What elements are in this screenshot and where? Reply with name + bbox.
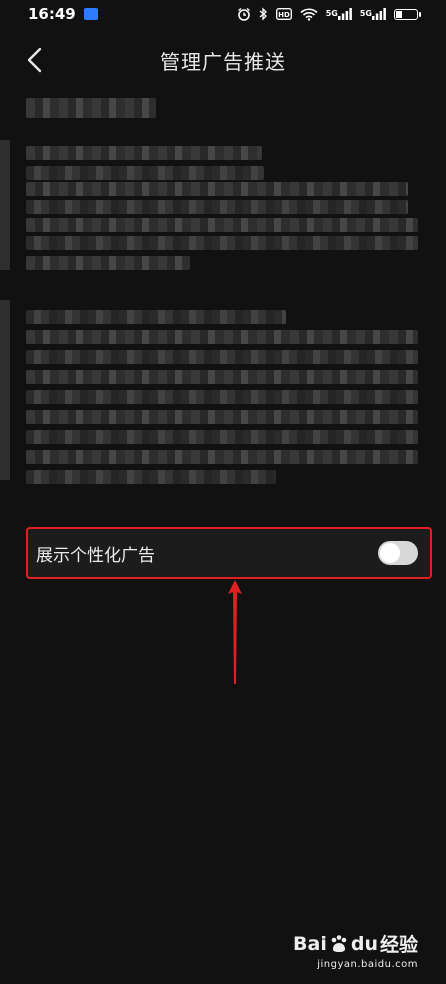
baidu-watermark: Bai du 经验 jingyan.baidu.com [293,930,418,971]
obscured-line [26,470,276,484]
annotation-arrow-icon [228,580,242,684]
decorative-edge [0,140,10,270]
obscured-line [26,430,418,444]
watermark-text: du [350,932,378,955]
obscured-heading [26,98,156,118]
personalized-ads-label: 展示个性化广告 [36,545,155,566]
watermark-text: 经验 [379,934,418,956]
obscured-line [26,166,264,180]
obscured-line [26,200,408,214]
obscured-line [26,256,190,270]
obscured-line [26,182,408,196]
obscured-line [26,218,418,232]
obscured-line [26,370,418,384]
personalized-ads-row[interactable]: 展示个性化广告 [26,527,432,579]
watermark-text: Bai [293,932,327,955]
obscured-line [26,236,418,250]
personalized-ads-switch[interactable] [378,541,418,565]
watermark-url: jingyan.baidu.com [317,959,418,970]
obscured-line [26,350,418,364]
obscured-line [26,310,286,324]
paw-icon [331,934,347,952]
obscured-line [26,390,418,404]
obscured-description [0,0,446,500]
obscured-line [26,146,262,160]
obscured-line [26,410,418,424]
decorative-edge [0,300,10,480]
watermark-logo: Bai du 经验 [293,930,418,957]
obscured-line [26,450,418,464]
switch-knob [380,543,400,563]
obscured-line [26,330,418,344]
